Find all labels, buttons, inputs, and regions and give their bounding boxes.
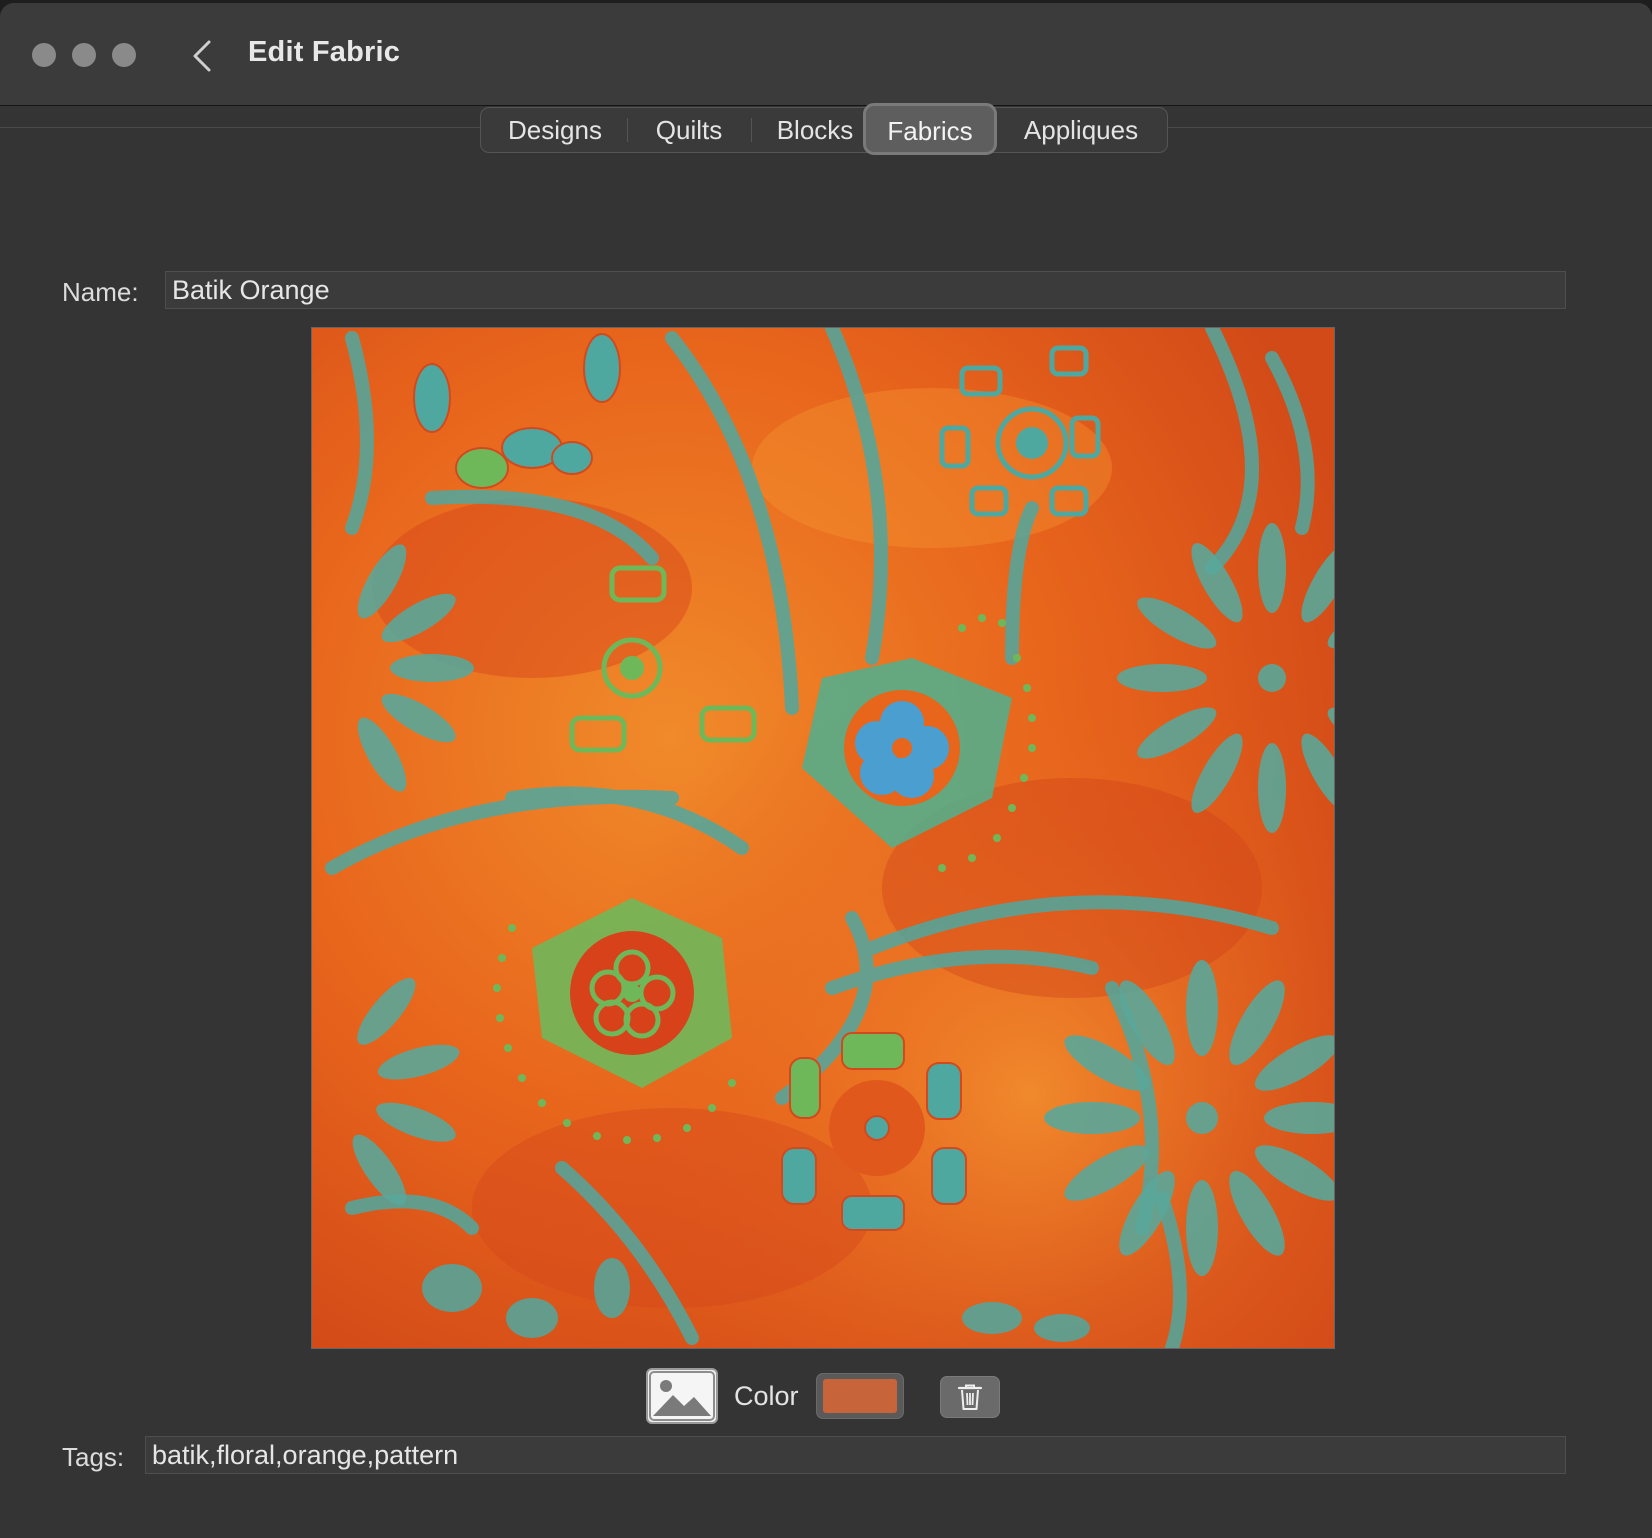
color-swatch bbox=[823, 1379, 897, 1413]
close-window-button[interactable] bbox=[32, 43, 56, 67]
choose-image-button[interactable] bbox=[646, 1368, 718, 1424]
photo-icon bbox=[649, 1371, 715, 1421]
color-well[interactable] bbox=[816, 1373, 904, 1419]
section-tabs: Designs Quilts Blocks Appliques Fabrics bbox=[480, 103, 1168, 155]
tab-fabrics[interactable]: Fabrics bbox=[863, 103, 997, 155]
tab-designs[interactable]: Designs bbox=[483, 108, 627, 152]
minimize-window-button[interactable] bbox=[72, 43, 96, 67]
title-bar: Edit Fabric bbox=[0, 3, 1652, 106]
tags-label: Tags: bbox=[62, 1442, 125, 1472]
tags-input[interactable] bbox=[145, 1436, 1566, 1474]
chevron-left-icon bbox=[193, 40, 211, 72]
delete-fabric-button[interactable] bbox=[940, 1376, 1000, 1418]
tab-blocks[interactable]: Blocks bbox=[751, 108, 879, 152]
tab-quilts[interactable]: Quilts bbox=[627, 108, 751, 152]
color-label: Color bbox=[734, 1381, 799, 1411]
window-title: Edit Fabric bbox=[248, 36, 401, 68]
trash-icon bbox=[957, 1384, 983, 1410]
back-button[interactable] bbox=[182, 33, 222, 79]
name-input[interactable] bbox=[165, 271, 1566, 309]
edit-fabric-window: Edit Fabric Designs Quilts Blocks Appliq… bbox=[0, 3, 1652, 1538]
name-label: Name: bbox=[62, 277, 139, 307]
tab-appliques[interactable]: Appliques bbox=[999, 108, 1163, 152]
fabric-image[interactable] bbox=[311, 327, 1335, 1349]
zoom-window-button[interactable] bbox=[112, 43, 136, 67]
